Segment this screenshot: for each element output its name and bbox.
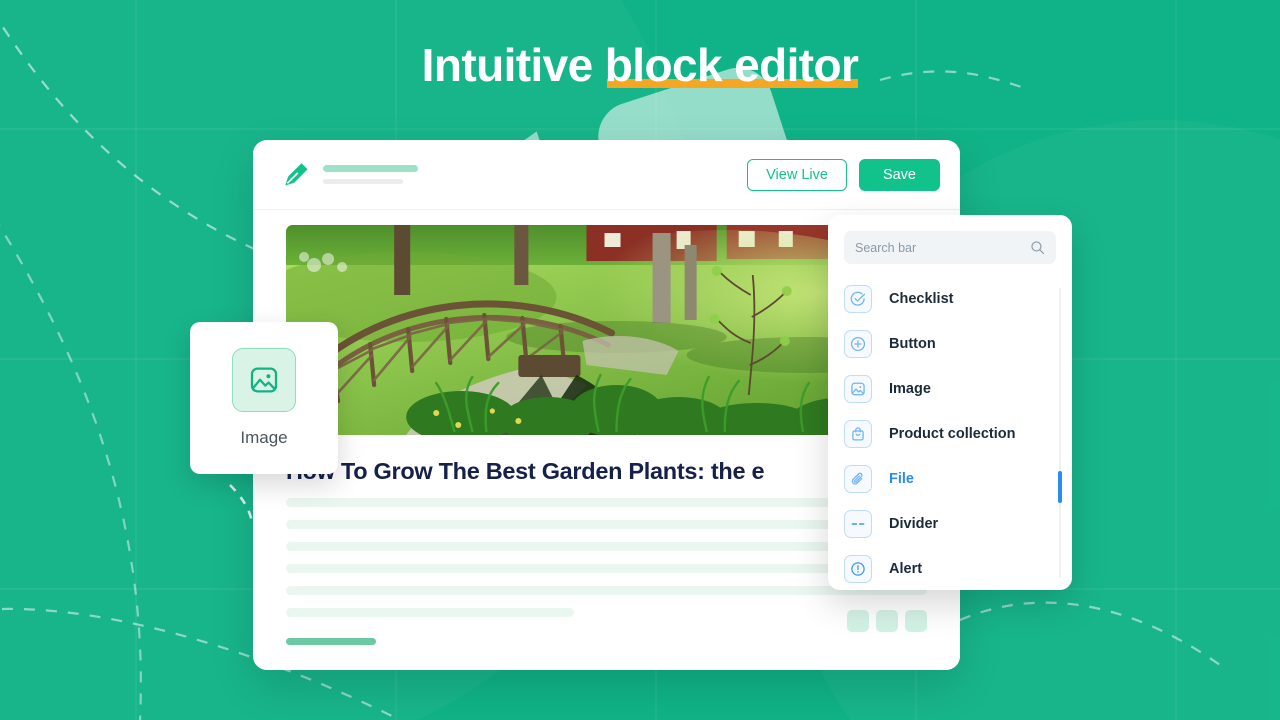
editor-toolbar: View Live Save — [253, 140, 960, 210]
search-icon[interactable] — [1030, 240, 1045, 255]
image-drag-tile — [232, 348, 296, 412]
block-thumbnails — [847, 610, 927, 632]
block-item-image[interactable]: Image — [828, 366, 1072, 411]
block-item-product-collection[interactable]: Product collection — [828, 411, 1072, 456]
block-item-label: File — [889, 470, 914, 487]
title-bar-primary — [323, 165, 418, 172]
document-title-placeholder — [323, 165, 418, 184]
image-icon — [851, 382, 865, 395]
panel-scrollbar-track[interactable] — [1058, 288, 1062, 578]
image-drag-card[interactable]: Image — [190, 322, 338, 474]
block-item-alert[interactable]: Alert — [828, 546, 1072, 590]
block-item-checklist[interactable]: Checklist — [828, 276, 1072, 321]
block-item-divider[interactable]: Divider — [828, 501, 1072, 546]
shopping-bag-icon — [852, 426, 864, 441]
block-item-label: Product collection — [889, 425, 1016, 442]
block-icon-tile — [844, 554, 872, 583]
search-container: Search bar — [828, 215, 1072, 270]
exclamation-circle-icon — [851, 561, 865, 576]
page-title-highlight-wrap: block editor — [605, 40, 859, 91]
block-list: Checklist Button Image Product collectio… — [828, 270, 1072, 590]
block-item-label: Button — [889, 335, 936, 352]
block-icon-tile — [844, 329, 872, 358]
block-icon-tile — [844, 284, 872, 313]
search-placeholder: Search bar — [855, 240, 917, 255]
block-thumbnail[interactable] — [847, 610, 869, 632]
plus-circle-icon — [850, 336, 866, 351]
block-picker-panel: Search bar Checklist Button Image Produc… — [828, 215, 1072, 590]
block-item-label: Checklist — [889, 290, 954, 307]
block-icon-tile — [844, 419, 872, 448]
block-item-file[interactable]: File — [828, 456, 1072, 501]
block-item-label: Divider — [889, 515, 939, 532]
page-title: Intuitive block editor — [0, 40, 1280, 91]
block-item-label: Alert — [889, 560, 923, 577]
block-icon-tile — [844, 464, 872, 493]
dashes-icon — [851, 522, 865, 525]
pen-nib-icon — [285, 162, 308, 185]
search-input[interactable]: Search bar — [844, 231, 1056, 264]
paragraph-placeholder-line — [286, 608, 575, 617]
image-icon — [250, 367, 278, 393]
page-title-highlight: block editor — [604, 39, 859, 91]
block-thumbnail[interactable] — [876, 610, 898, 632]
save-button[interactable]: Save — [858, 158, 940, 191]
paperclip-icon — [851, 472, 863, 485]
footer-accent-bar — [286, 638, 376, 645]
panel-scrollbar-thumb[interactable] — [1058, 471, 1062, 503]
image-drag-label: Image — [240, 428, 288, 447]
block-icon-tile — [844, 509, 872, 538]
check-circle-icon — [850, 291, 866, 306]
block-icon-tile — [844, 374, 872, 403]
title-bar-secondary — [323, 179, 403, 184]
block-item-label: Image — [889, 380, 931, 397]
block-thumbnail[interactable] — [905, 610, 927, 632]
view-live-button[interactable]: View Live — [747, 158, 847, 191]
block-item-button[interactable]: Button — [828, 321, 1072, 366]
page-title-prefix: Intuitive — [421, 39, 605, 91]
